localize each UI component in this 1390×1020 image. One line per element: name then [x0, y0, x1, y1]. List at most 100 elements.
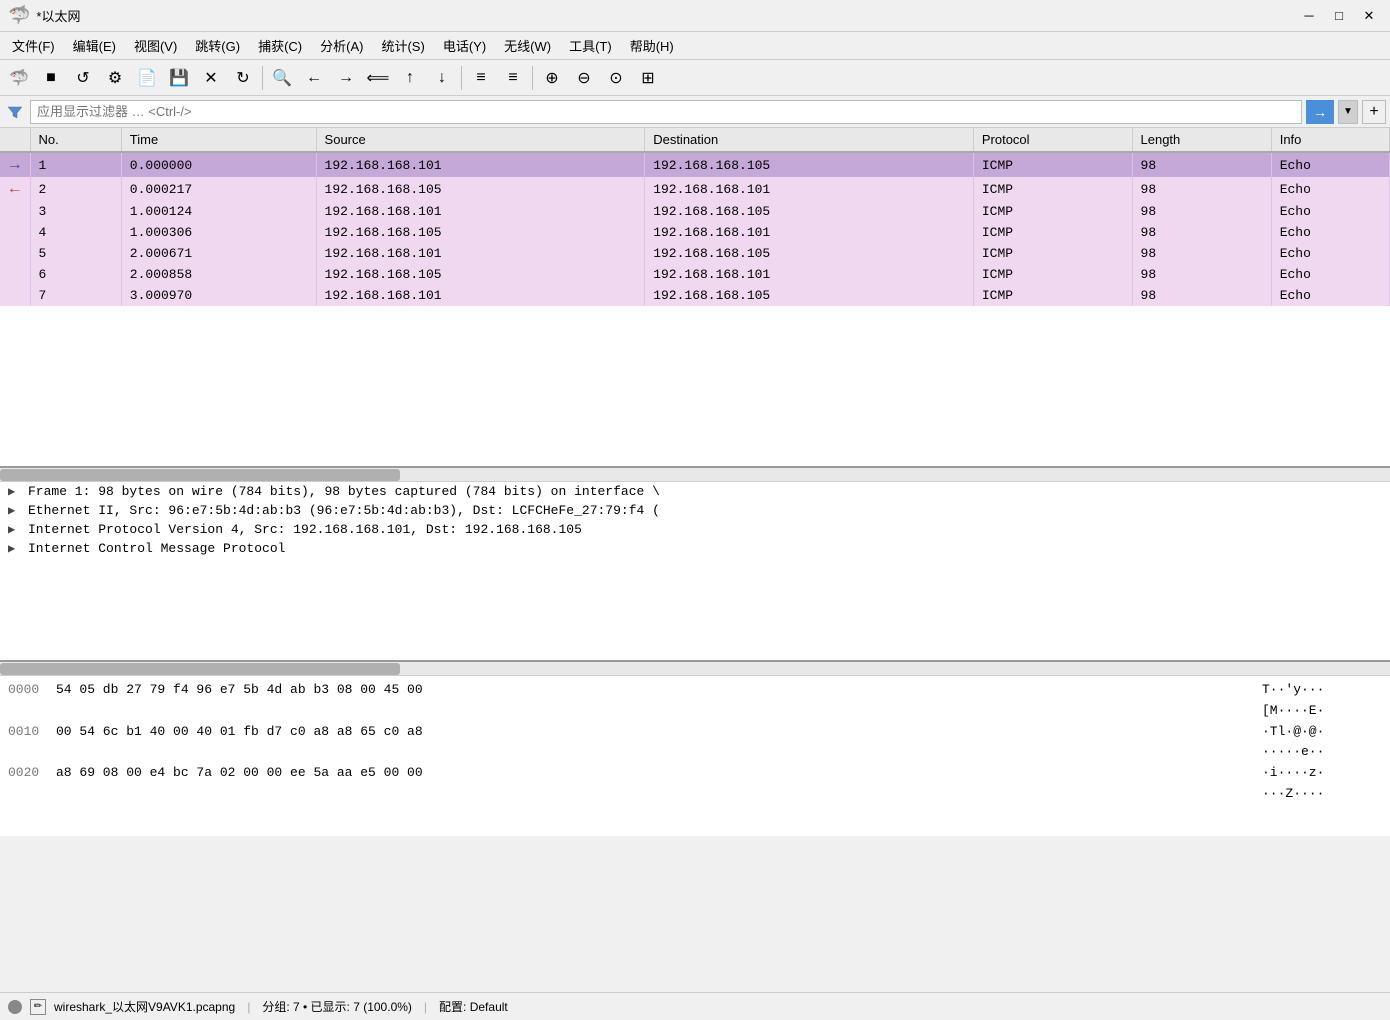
- menu-item-H[interactable]: 帮助(H): [622, 34, 682, 57]
- cell-source: 192.168.168.101: [316, 243, 645, 264]
- cell-time: 1.000306: [121, 222, 316, 243]
- toolbar-button-save[interactable]: 💾: [164, 64, 194, 92]
- maximize-button[interactable]: □: [1326, 5, 1352, 27]
- cell-info: Echo: [1271, 243, 1389, 264]
- toolbar-button-logo[interactable]: 🦈: [4, 64, 34, 92]
- close-button[interactable]: ✕: [1356, 5, 1382, 27]
- h-scrollbar-thumb[interactable]: [0, 469, 400, 481]
- menu-item-A[interactable]: 分析(A): [312, 34, 371, 57]
- menu-item-F[interactable]: 文件(F): [4, 34, 63, 57]
- menu-item-G[interactable]: 跳转(G): [187, 34, 248, 57]
- table-row[interactable]: 41.000306192.168.168.105192.168.168.101I…: [0, 222, 1390, 243]
- col-header-protocol[interactable]: Protocol: [973, 128, 1132, 152]
- hex-offset: 0020: [8, 763, 48, 805]
- menu-item-E[interactable]: 编辑(E): [65, 34, 124, 57]
- h-scrollbar-2[interactable]: [0, 662, 1390, 676]
- toolbar-button-close-file[interactable]: ✕: [196, 64, 226, 92]
- cell-info: Echo: [1271, 177, 1389, 201]
- row-direction-icon: →: [0, 152, 30, 177]
- menu-item-C[interactable]: 捕获(C): [250, 34, 310, 57]
- menu-item-Y[interactable]: 电话(Y): [435, 34, 494, 57]
- status-stats: 分组: 7 • 已显示: 7 (100.0%): [262, 998, 412, 1015]
- table-row[interactable]: 52.000671192.168.168.101192.168.168.105I…: [0, 243, 1390, 264]
- toolbar-button-restart[interactable]: ↺: [68, 64, 98, 92]
- row-direction-icon: [0, 243, 30, 264]
- cell-no.: 3: [30, 201, 121, 222]
- detail-row[interactable]: ▶Frame 1: 98 bytes on wire (784 bits), 9…: [0, 482, 1390, 501]
- filter-input[interactable]: [30, 100, 1302, 124]
- toolbar-button-resize-cols[interactable]: ⊞: [633, 64, 663, 92]
- hex-offset: 0010: [8, 722, 48, 764]
- toolbar-button-reload[interactable]: ↻: [228, 64, 258, 92]
- filter-dropdown-button[interactable]: ▼: [1338, 100, 1358, 124]
- toolbar-button-zoom-reset[interactable]: ⊙: [601, 64, 631, 92]
- hex-panel: 000054 05 db 27 79 f4 96 e7 5b 4d ab b3 …: [0, 676, 1390, 836]
- toolbar-button-down[interactable]: ↓: [427, 64, 457, 92]
- cell-no.: 1: [30, 152, 121, 177]
- cell-protocol: ICMP: [973, 177, 1132, 201]
- toolbar-button-up[interactable]: ↑: [395, 64, 425, 92]
- cell-destination: 192.168.168.105: [645, 285, 974, 306]
- cell-source: 192.168.168.105: [316, 177, 645, 201]
- col-header-time[interactable]: Time: [121, 128, 316, 152]
- chevron-down-icon: ▼: [1343, 106, 1353, 117]
- toolbar-button-colorize1[interactable]: ≡: [466, 64, 496, 92]
- detail-row[interactable]: ▶Ethernet II, Src: 96:e7:5b:4d:ab:b3 (96…: [0, 501, 1390, 520]
- toolbar-button-back-end[interactable]: ⟸: [363, 64, 393, 92]
- cell-destination: 192.168.168.105: [645, 201, 974, 222]
- table-row[interactable]: 62.000858192.168.168.105192.168.168.101I…: [0, 264, 1390, 285]
- filter-add-button[interactable]: +: [1362, 100, 1386, 124]
- detail-text: Ethernet II, Src: 96:e7:5b:4d:ab:b3 (96:…: [28, 503, 660, 518]
- toolbar-button-open[interactable]: 📄: [132, 64, 162, 92]
- hex-ascii: ·i····z· ···Z····: [1262, 763, 1382, 805]
- hex-row: 0020a8 69 08 00 e4 bc 7a 02 00 00 ee 5a …: [8, 763, 1382, 805]
- filter-bar: → ▼ +: [0, 96, 1390, 128]
- toolbar-button-forward[interactable]: →: [331, 64, 361, 92]
- cell-source: 192.168.168.105: [316, 222, 645, 243]
- detail-row[interactable]: ▶Internet Control Message Protocol: [0, 539, 1390, 558]
- h-scrollbar[interactable]: [0, 468, 1390, 482]
- h-scrollbar-thumb-2[interactable]: [0, 663, 400, 675]
- toolbar-button-colorize2[interactable]: ≡: [498, 64, 528, 92]
- toolbar-button-stop[interactable]: ■: [36, 64, 66, 92]
- cell-destination: 192.168.168.101: [645, 177, 974, 201]
- cell-destination: 192.168.168.101: [645, 222, 974, 243]
- table-row[interactable]: 31.000124192.168.168.101192.168.168.105I…: [0, 201, 1390, 222]
- row-direction-icon: [0, 285, 30, 306]
- col-header-info[interactable]: Info: [1271, 128, 1389, 152]
- menu-item-T[interactable]: 工具(T): [561, 34, 620, 57]
- cell-protocol: ICMP: [973, 222, 1132, 243]
- col-header-destination[interactable]: Destination: [645, 128, 974, 152]
- table-row[interactable]: →10.000000192.168.168.101192.168.168.105…: [0, 152, 1390, 177]
- cell-no.: 4: [30, 222, 121, 243]
- table-row[interactable]: ←20.000217192.168.168.105192.168.168.101…: [0, 177, 1390, 201]
- hex-bytes: 00 54 6c b1 40 00 40 01 fb d7 c0 a8 a8 6…: [56, 722, 1254, 764]
- cell-info: Echo: [1271, 264, 1389, 285]
- cell-length: 98: [1132, 264, 1271, 285]
- detail-row[interactable]: ▶Internet Protocol Version 4, Src: 192.1…: [0, 520, 1390, 539]
- row-direction-icon: [0, 201, 30, 222]
- col-header-length[interactable]: Length: [1132, 128, 1271, 152]
- toolbar-button-search[interactable]: 🔍: [267, 64, 297, 92]
- table-row[interactable]: 73.000970192.168.168.101192.168.168.105I…: [0, 285, 1390, 306]
- toolbar-button-settings[interactable]: ⚙: [100, 64, 130, 92]
- cell-protocol: ICMP: [973, 264, 1132, 285]
- menu-item-S[interactable]: 统计(S): [373, 34, 432, 57]
- col-header-source[interactable]: Source: [316, 128, 645, 152]
- toolbar-button-zoom-in[interactable]: ⊕: [537, 64, 567, 92]
- menu-item-V[interactable]: 视图(V): [126, 34, 185, 57]
- toolbar-button-zoom-out[interactable]: ⊖: [569, 64, 599, 92]
- hex-bytes: a8 69 08 00 e4 bc 7a 02 00 00 ee 5a aa e…: [56, 763, 1254, 805]
- cell-no.: 7: [30, 285, 121, 306]
- col-direction: [0, 128, 30, 152]
- status-profile: 配置: Default: [439, 998, 508, 1015]
- hex-row: 000054 05 db 27 79 f4 96 e7 5b 4d ab b3 …: [8, 680, 1382, 722]
- menu-item-W[interactable]: 无线(W): [496, 34, 559, 57]
- row-direction-icon: ←: [0, 177, 30, 201]
- filter-apply-button[interactable]: →: [1306, 100, 1334, 124]
- hex-ascii: ·Tl·@·@· ·····e··: [1262, 722, 1382, 764]
- cell-no.: 2: [30, 177, 121, 201]
- toolbar-button-back[interactable]: ←: [299, 64, 329, 92]
- minimize-button[interactable]: ─: [1296, 5, 1322, 27]
- col-header-no.[interactable]: No.: [30, 128, 121, 152]
